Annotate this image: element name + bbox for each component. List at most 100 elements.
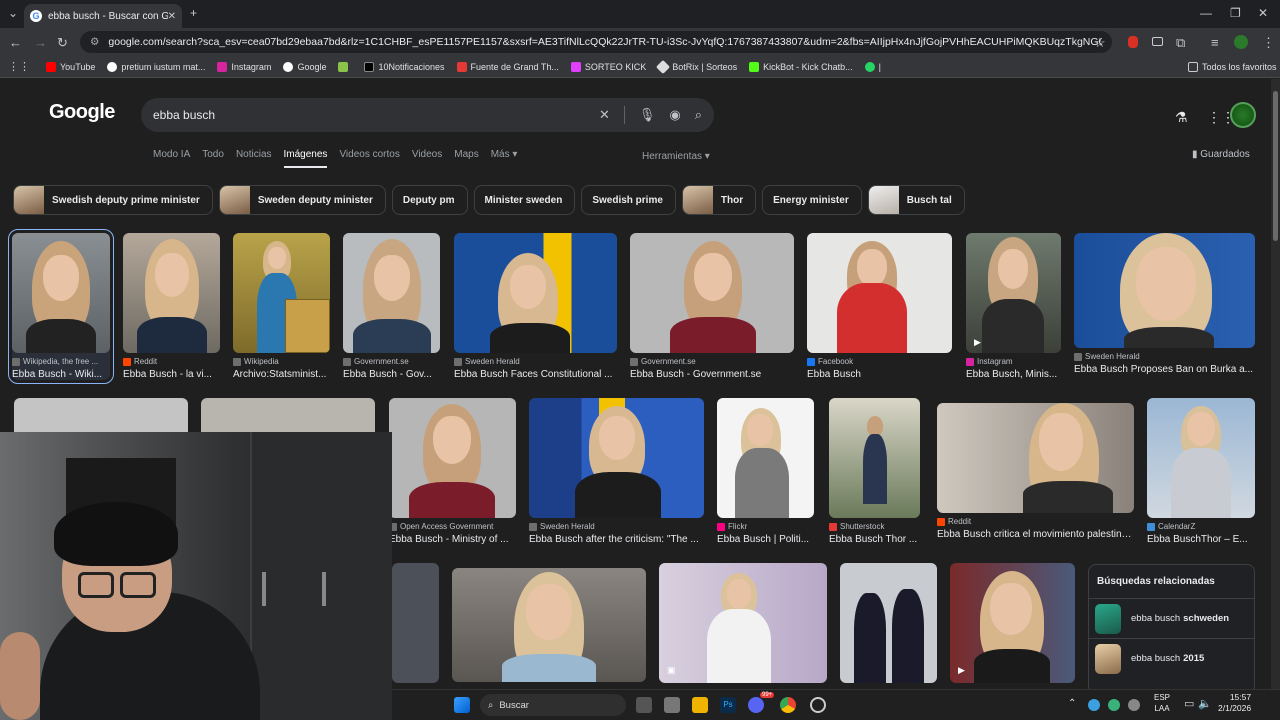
account-avatar[interactable] xyxy=(1230,102,1256,128)
app-icon[interactable] xyxy=(810,697,826,713)
apps-grid-icon[interactable]: ⋮⋮ xyxy=(8,60,30,73)
tab-search-icon[interactable]: ⌄ xyxy=(8,6,18,20)
image-result[interactable]: Wikipedia Archivo:Statsminist... xyxy=(233,233,330,380)
microphone-icon[interactable]: 🎙 xyxy=(639,107,656,123)
all-bookmarks-folder[interactable]: Todos los favoritos xyxy=(1188,61,1277,72)
related-search-item[interactable]: ebba busch 2015 xyxy=(1089,638,1254,678)
image-result[interactable]: Government.se Ebba Busch - Gov... xyxy=(343,233,440,380)
image-result[interactable]: Sweden Herald Ebba Busch Proposes Ban on… xyxy=(1074,233,1255,375)
task-view-icon[interactable] xyxy=(636,697,652,713)
close-tab-icon[interactable]: ✕ xyxy=(168,11,176,22)
chip-minister-sweden[interactable]: Minister sweden xyxy=(473,185,576,215)
lens-icon[interactable]: ◉ xyxy=(669,107,680,123)
file-explorer-icon[interactable] xyxy=(692,697,708,713)
image-result[interactable] xyxy=(452,568,646,682)
chip-deputy-pm[interactable]: Deputy pm xyxy=(391,185,468,215)
image-result[interactable]: Sweden Herald Ebba Busch after the criti… xyxy=(529,398,704,545)
tab-mas[interactable]: Más ▾ xyxy=(491,149,518,168)
taskbar-search[interactable]: ⌕ Buscar xyxy=(480,694,626,716)
image-result[interactable]: Facebook Ebba Busch xyxy=(807,233,952,380)
system-clock[interactable]: 15:57 2/1/2026 xyxy=(1218,692,1251,714)
related-search-item[interactable]: ebba busch schweden xyxy=(1089,598,1254,638)
bookmark-youtube[interactable]: YouTube xyxy=(46,61,95,72)
restore-icon[interactable]: ❐ xyxy=(1230,6,1241,20)
image-result[interactable]: Sweden Herald Ebba Busch Faces Constitut… xyxy=(454,233,617,380)
bookmark-instagram[interactable]: Instagram xyxy=(217,61,271,72)
chip-energy-minister[interactable]: Energy minister xyxy=(762,185,862,215)
tab-videos[interactable]: Videos xyxy=(412,149,442,168)
clear-icon[interactable]: ✕ xyxy=(599,107,610,123)
close-window-icon[interactable]: ✕ xyxy=(1258,6,1268,20)
network-icon[interactable]: ▭ xyxy=(1184,697,1194,710)
extension-icon[interactable] xyxy=(1128,36,1138,48)
image-result[interactable]: CalendarZ Ebba BuschThor – E... xyxy=(1147,398,1255,545)
bookmark-star-icon[interactable]: ☆ xyxy=(1094,35,1106,51)
page-scrollbar[interactable] xyxy=(1271,79,1280,689)
profile-avatar[interactable] xyxy=(1234,35,1248,49)
search-input[interactable]: ebba busch xyxy=(153,108,585,122)
search-box[interactable]: ebba busch ✕ 🎙 ◉ ⌕ xyxy=(141,98,714,132)
search-icon[interactable]: ⌕ xyxy=(695,107,702,123)
reload-icon[interactable]: ↻ xyxy=(57,35,68,51)
tray-icon[interactable] xyxy=(1088,699,1100,711)
tab-todo[interactable]: Todo xyxy=(202,149,224,168)
language-indicator[interactable]: ESP LAA xyxy=(1154,692,1170,714)
bookmark-item[interactable]: pretium iustum mat... xyxy=(107,61,205,72)
image-result[interactable]: Open Access Government Ebba Busch - Mini… xyxy=(389,398,516,545)
chip-busch-tal[interactable]: Busch tal xyxy=(867,185,965,215)
chip-swedish-prime[interactable]: Swedish prime xyxy=(581,185,676,215)
tab-maps[interactable]: Maps xyxy=(454,149,478,168)
bookmark-item[interactable]: BotRix | Sorteos xyxy=(656,59,737,74)
image-result[interactable]: ▶ Instagram Ebba Busch, Minis... xyxy=(966,233,1061,380)
tray-icon[interactable] xyxy=(1128,699,1140,711)
scrollbar-thumb[interactable] xyxy=(1273,91,1278,241)
new-tab-button[interactable]: + xyxy=(190,6,197,20)
image-result[interactable]: Reddit Ebba Busch - la vi... xyxy=(123,233,220,380)
image-result[interactable] xyxy=(392,563,439,683)
tab-noticias[interactable]: Noticias xyxy=(236,149,272,168)
bookmark-item[interactable] xyxy=(338,61,352,72)
saved-button[interactable]: ▮ Guardados xyxy=(1192,149,1250,160)
tab-videos-cortos[interactable]: Videos cortos xyxy=(339,149,399,168)
bookmark-google[interactable]: Google xyxy=(283,61,326,72)
chrome-menu-icon[interactable]: ⋮ xyxy=(1262,35,1275,51)
chip-thor[interactable]: Thor xyxy=(681,185,757,215)
image-result[interactable]: Shutterstock Ebba Busch Thor ... xyxy=(829,398,920,545)
tray-icon[interactable] xyxy=(1108,699,1120,711)
back-icon[interactable]: ← xyxy=(9,35,22,50)
extension-icon[interactable] xyxy=(1152,37,1163,46)
minimize-icon[interactable]: — xyxy=(1200,6,1212,20)
extensions-puzzle-icon[interactable]: ⧉ xyxy=(1176,35,1185,51)
image-result[interactable]: ▶ xyxy=(950,563,1075,683)
image-result[interactable]: Wikipedia, the free ... Ebba Busch - Wik… xyxy=(8,229,114,384)
image-result[interactable]: ▣ xyxy=(659,563,827,683)
photoshop-icon[interactable]: Ps xyxy=(720,697,736,713)
discord-icon[interactable] xyxy=(748,697,764,713)
labs-flask-icon[interactable]: ⚗ xyxy=(1175,109,1188,126)
image-result[interactable]: Reddit Ebba Busch critica el movimiento … xyxy=(937,403,1134,540)
google-logo[interactable]: Google xyxy=(49,101,115,124)
image-result[interactable]: Government.se Ebba Busch - Government.se xyxy=(630,233,794,380)
image-result[interactable]: Flickr Ebba Busch | Politi... xyxy=(717,398,814,545)
site-info-icon[interactable]: ⚙ xyxy=(90,36,100,48)
windows-start-icon[interactable] xyxy=(454,697,470,713)
bookmark-item[interactable]: KickBot - Kick Chatb... xyxy=(749,61,853,72)
browser-tab[interactable]: G ebba busch - Buscar con Google ✕ xyxy=(24,4,182,28)
app-icon[interactable] xyxy=(664,697,680,713)
tools-button[interactable]: Herramientas ▾ xyxy=(642,151,710,162)
forward-icon[interactable]: → xyxy=(34,35,47,50)
bookmark-x[interactable]: 10Notificaciones xyxy=(364,61,445,72)
image-result[interactable] xyxy=(840,563,937,683)
chip-sweden-deputy-minister[interactable]: Sweden deputy minister xyxy=(218,185,386,215)
chip-swedish-deputy-prime-minister[interactable]: Swedish deputy prime minister xyxy=(13,185,213,215)
bookmark-item[interactable]: | xyxy=(864,61,881,72)
show-hidden-icons[interactable]: ⌃ xyxy=(1068,698,1076,709)
chrome-icon[interactable] xyxy=(780,697,796,713)
bookmark-item[interactable]: Fuente de Grand Th... xyxy=(456,61,559,72)
tab-modo-ia[interactable]: Modo IA xyxy=(153,149,190,168)
reading-list-icon[interactable]: ≡ xyxy=(1211,35,1219,50)
address-bar[interactable]: ⚙ google.com/search?sca_esv=cea07bd29eba… xyxy=(80,31,1112,53)
volume-icon[interactable]: 🔈 xyxy=(1198,697,1212,710)
bookmark-item[interactable]: SORTEO KICK xyxy=(570,61,646,72)
tab-imagenes[interactable]: Imágenes xyxy=(283,149,328,168)
